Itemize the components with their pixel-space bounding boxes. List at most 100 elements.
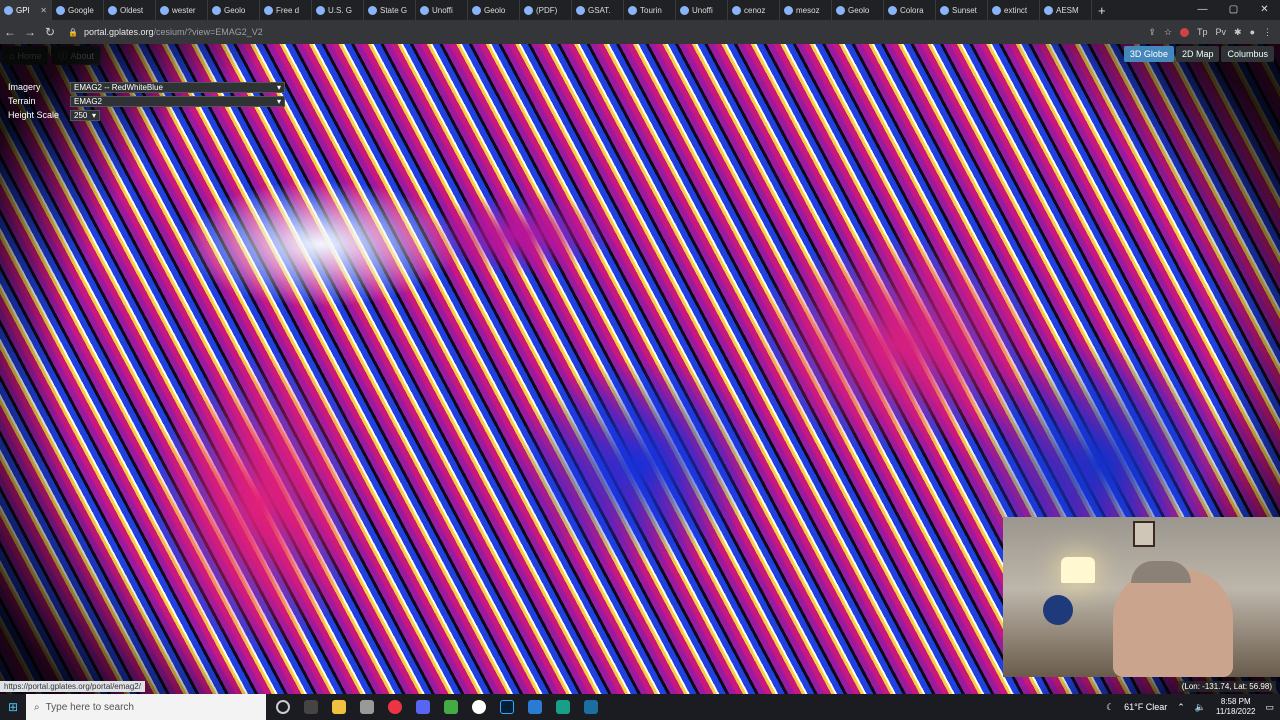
photoshop-icon[interactable] [500,700,514,714]
tab-favicon-icon [732,5,741,15]
menu-kebab-icon[interactable]: ⋮ [1263,27,1272,38]
mode-columbus[interactable]: Columbus [1221,46,1274,62]
view-mode-switcher: 3D Globe 2D Map Columbus [1123,46,1274,62]
profile-avatar-icon[interactable]: ● [1250,27,1255,37]
browser-tab[interactable]: Geolo [208,0,260,20]
new-tab-button[interactable]: + [1092,3,1112,18]
extensions-area: ⇪ ☆ Tp Pv ✱ ● ⋮ [1148,27,1272,38]
tab-label: Oldest [120,5,144,15]
browser-tab[interactable]: GPl ✕ [0,0,52,20]
extension-tp-icon[interactable]: Tp [1197,27,1208,37]
pinned-apps [276,700,598,714]
moon-weather-icon: ☾ [1106,701,1115,712]
windows-start-icon[interactable]: ⊞ [0,700,26,714]
browser-tab[interactable]: U.S. G [312,0,364,20]
cortana-icon[interactable] [276,700,290,714]
browser-tab[interactable]: Sunset [936,0,988,20]
browser-tab[interactable]: cenoz [728,0,780,20]
tab-label: Geolo [224,5,246,15]
minimize-button[interactable]: — [1187,0,1218,20]
home-button[interactable]: ⌂ Home [2,46,49,65]
browser-tab[interactable]: (PDF) [520,0,572,20]
extension-red-icon[interactable] [1179,27,1189,37]
browser-tab[interactable]: Tourin [624,0,676,20]
tab-label: Tourin [640,5,662,15]
mode-2d-map[interactable]: 2D Map [1175,46,1220,62]
info-icon: ⓘ [58,51,68,61]
discord-icon[interactable] [416,700,430,714]
forward-icon[interactable]: → [20,25,40,39]
tab-label: wester [172,5,196,15]
webcam-overlay [1003,517,1280,677]
file-explorer-icon[interactable] [332,700,346,714]
tab-favicon-icon [628,5,637,15]
browser-tab[interactable]: mesoz [780,0,832,20]
desk-globe [1043,595,1073,625]
browser-tab[interactable]: GSAT. [572,0,624,20]
about-button[interactable]: ⓘ About [51,46,101,65]
search-placeholder: Type here to search [45,701,134,713]
chrome-icon[interactable] [388,700,402,714]
share-icon[interactable]: ⇪ [1148,27,1156,38]
task-view-icon[interactable] [304,700,318,714]
browser-tab[interactable]: extinct [988,0,1040,20]
weather-text[interactable]: 61°F Clear [1124,702,1167,712]
clock[interactable]: 8:58 PM 11/18/2022 [1216,697,1255,717]
notification-icon[interactable]: ▭ [1265,702,1274,713]
terrain-select[interactable]: EMAG2 ▾ [70,95,285,107]
bookmark-star-icon[interactable]: ☆ [1164,27,1172,38]
tab-favicon-icon [784,5,793,15]
maximize-button[interactable]: ▢ [1218,0,1249,20]
close-tab-icon[interactable]: ✕ [40,6,47,15]
clock-time: 8:58 PM [1220,697,1251,706]
app-teal-icon[interactable] [556,700,570,714]
tab-label: Unoffi [432,5,453,15]
tab-favicon-icon [108,5,117,15]
tab-favicon-icon [524,5,533,15]
height-scale-select[interactable]: 250 ▾ [70,109,100,121]
browser-tab[interactable]: Colora [884,0,936,20]
back-icon[interactable]: ← [0,25,20,39]
tab-favicon-icon [1044,5,1053,15]
browser-tab[interactable]: Unoffi [416,0,468,20]
tab-favicon-icon [160,5,169,15]
url-field[interactable]: 🔒 portal.gplates.org/cesium/?view=EMAG2_… [68,27,1148,37]
browser-tab[interactable]: AESM [1040,0,1092,20]
taskbar-search[interactable]: ⌕ Type here to search [26,694,266,720]
cursor-coordinates: (Lon: -131.74, Lat: 56.98) [1177,681,1276,692]
height-scale-label: Height Scale [8,110,60,120]
imagery-select[interactable]: EMAG2 -- RedWhiteBlue ▾ [70,81,285,93]
browser-tab[interactable]: Free d [260,0,312,20]
volume-icon[interactable]: 🔈 [1195,702,1206,713]
app-white-icon[interactable] [472,700,486,714]
app-green-icon[interactable] [444,700,458,714]
browser-tab[interactable]: State G [364,0,416,20]
tray-chevron-icon[interactable]: ⌃ [1177,702,1185,713]
extension-pv-icon[interactable]: Pv [1216,27,1227,37]
tab-label: Geolo [848,5,870,15]
chevron-down-icon: ▾ [91,110,96,120]
tab-favicon-icon [212,5,221,15]
window-controls: — ▢ ✕ [1187,0,1280,20]
browser-tab[interactable]: wester [156,0,208,20]
browser-tab[interactable]: Geolo [832,0,884,20]
tab-label: U.S. G [328,5,353,15]
app-blue-icon[interactable] [528,700,542,714]
link-status-url: https://portal.gplates.org/portal/emag2/ [0,681,145,692]
close-window-button[interactable]: ✕ [1249,0,1280,20]
mode-3d-globe[interactable]: 3D Globe [1123,46,1174,62]
tab-favicon-icon [836,5,845,15]
streamer-person [1113,569,1233,677]
browser-tab[interactable]: Geolo [468,0,520,20]
browser-tab-strip: GPl ✕ Google Oldest wester Geolo Free d U.S. G S… [0,0,1280,20]
app-icon[interactable] [360,700,374,714]
reload-icon[interactable]: ↻ [40,25,60,39]
app-media-icon[interactable] [584,700,598,714]
puzzle-extensions-icon[interactable]: ✱ [1234,27,1242,38]
browser-tab[interactable]: Google [52,0,104,20]
browser-tab[interactable]: Unoffi [676,0,728,20]
tab-label: Sunset [952,5,977,15]
browser-tab[interactable]: Oldest [104,0,156,20]
layer-controls: Imagery EMAG2 -- RedWhiteBlue ▾ Terrain EMA… [8,80,285,122]
windows-taskbar: ⊞ ⌕ Type here to search ☾ 61°F Clear ⌃ 🔈… [0,694,1280,720]
